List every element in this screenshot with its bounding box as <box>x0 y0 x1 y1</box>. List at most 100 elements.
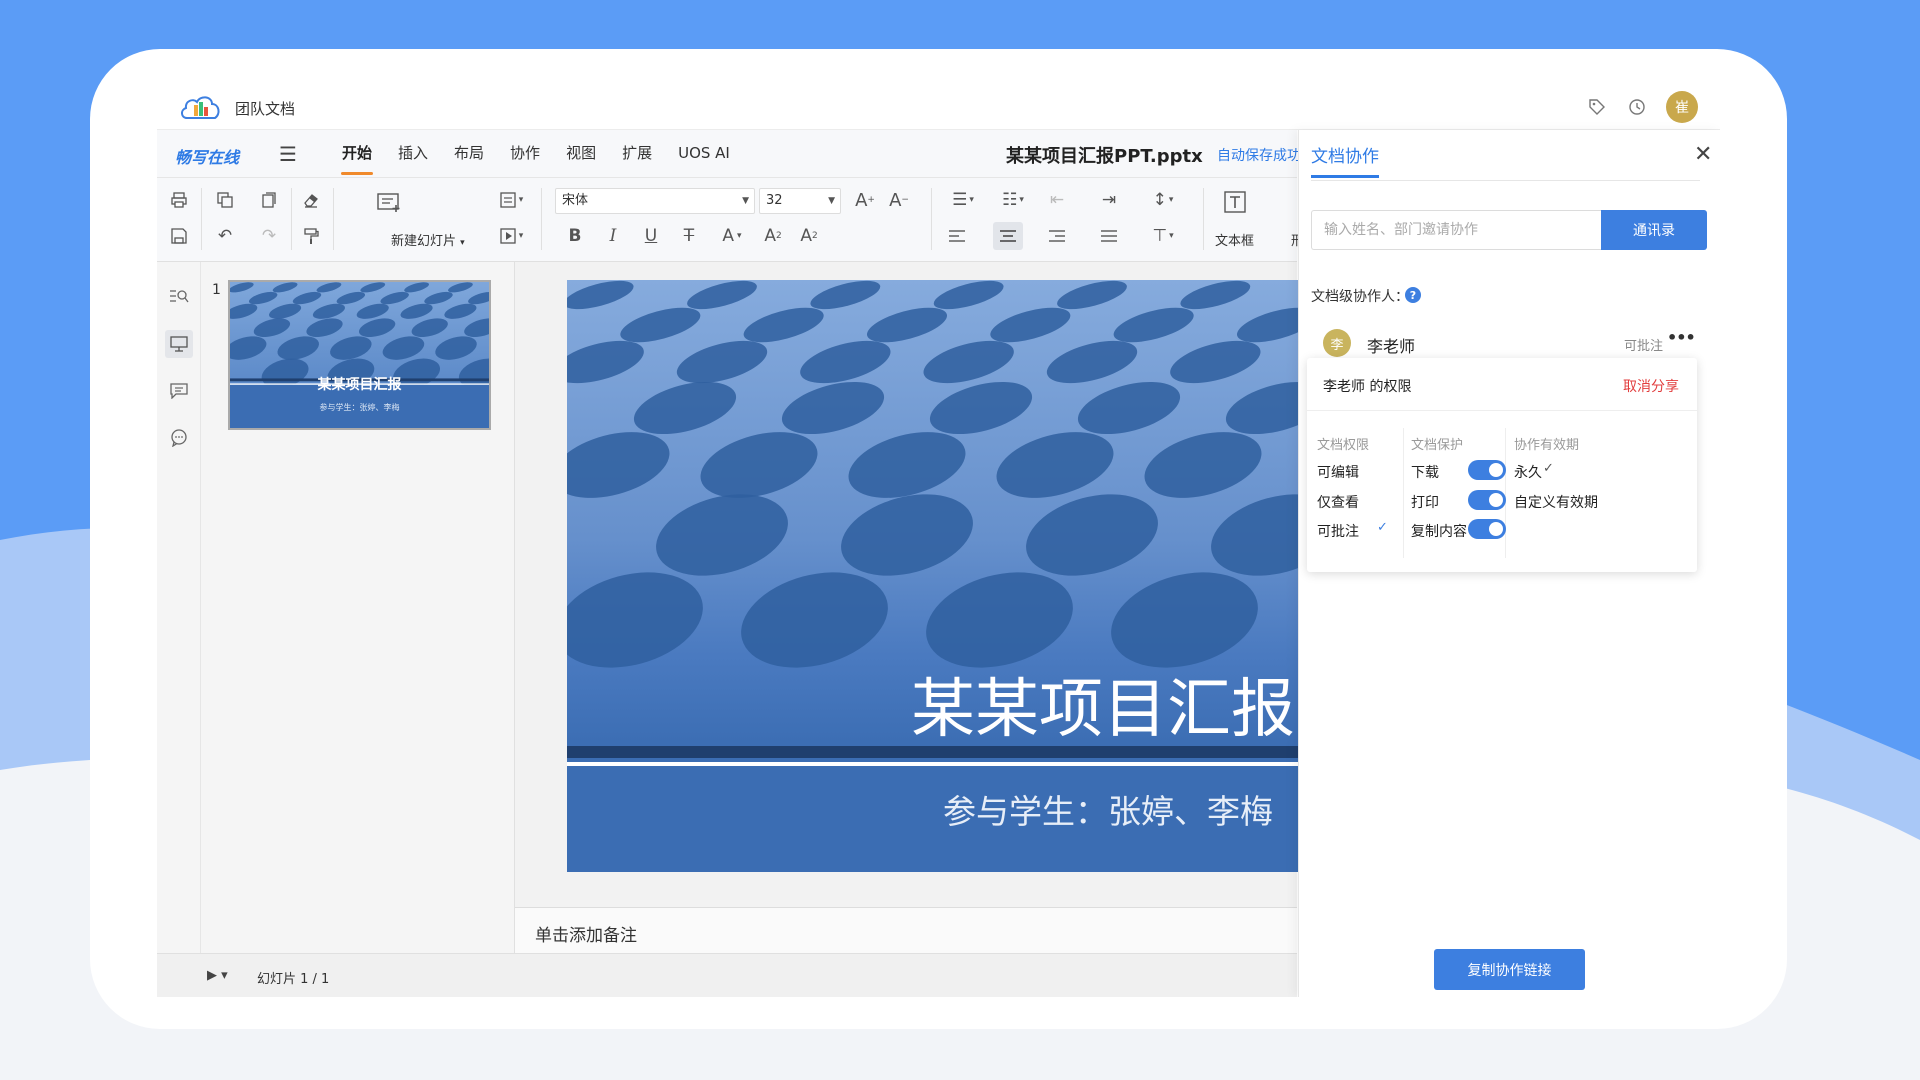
close-icon[interactable]: ✕ <box>1694 142 1712 167</box>
toolbar-separator <box>333 188 334 250</box>
superscript-icon[interactable]: A2 <box>761 224 785 248</box>
justify-icon[interactable] <box>1097 224 1121 248</box>
user-avatar[interactable]: 崔 <box>1666 91 1698 123</box>
print-toggle[interactable] <box>1468 490 1506 510</box>
align-left-icon[interactable] <box>945 224 969 248</box>
layout-dropdown-icon[interactable]: ▾ <box>493 188 529 212</box>
permission-popup: 李老师 的权限 取消分享 文档权限 文档保护 协作有效期 可编辑 仅查看 可批注… <box>1307 358 1697 572</box>
search-replace-icon[interactable] <box>165 282 193 310</box>
slides-panel-icon[interactable] <box>165 330 193 358</box>
app-window: 团队文档 崔 畅写在线 ☰ 开始 插入 布局 协作 视图 扩展 UOS AI 某某项目汇报P… <box>157 84 1720 997</box>
perm-option-edit[interactable]: 可编辑 <box>1317 462 1359 482</box>
doc-protection-header: 文档保护 <box>1411 438 1464 453</box>
new-slide-label: 新建幻灯片 <box>391 234 457 249</box>
align-right-icon[interactable] <box>1045 224 1069 248</box>
textbox-label[interactable]: 文本框 <box>1215 230 1254 249</box>
subscript-icon[interactable]: A2 <box>797 224 821 248</box>
slide-counter: 幻灯片 1 / 1 <box>257 972 330 987</box>
decrease-indent-icon[interactable]: ⇤ <box>1045 188 1069 212</box>
tab-menu-2[interactable]: 布局 <box>441 130 497 178</box>
document-filename[interactable]: 某某项目汇报PPT.pptx <box>1006 142 1203 168</box>
collaborator-permission[interactable]: 可批注 <box>1624 335 1663 354</box>
validity-option-permanent[interactable]: 永久 <box>1514 462 1542 482</box>
brand-logo[interactable]: 畅写在线 <box>175 144 239 168</box>
app-logo-icon <box>181 96 220 119</box>
more-options-icon[interactable]: ••• <box>1667 328 1696 347</box>
font-color-icon[interactable]: A ▾ <box>715 224 749 248</box>
tab-menu-6[interactable]: UOS AI <box>665 130 743 178</box>
notes-area[interactable]: 单击添加备注 <box>515 907 1297 953</box>
tag-icon[interactable] <box>1586 96 1608 118</box>
toolbar-separator <box>1203 188 1204 250</box>
align-center-icon[interactable] <box>993 222 1023 250</box>
app-title: 团队文档 <box>235 100 296 118</box>
copy-content-toggle[interactable] <box>1468 519 1506 539</box>
cancel-share-button[interactable]: 取消分享 <box>1623 376 1679 396</box>
slide-main[interactable]: 某某项目汇报 参与学生：张婷、李梅 <box>567 280 1307 872</box>
perm-option-comment[interactable]: 可批注 <box>1317 521 1359 541</box>
invite-input[interactable] <box>1311 210 1601 250</box>
check-icon: ✓ <box>1543 461 1554 476</box>
collaborators-label: 文档级协作人： <box>1311 289 1409 305</box>
chat-icon[interactable] <box>165 424 193 452</box>
redo-icon[interactable]: ↷ <box>257 224 281 248</box>
contacts-button[interactable]: 通讯录 <box>1601 210 1707 250</box>
notes-placeholder: 单击添加备注 <box>535 926 637 946</box>
increase-indent-icon[interactable]: ⇥ <box>1097 188 1121 212</box>
new-slide-button[interactable]: 新建幻灯片 ▾ <box>391 230 465 249</box>
help-icon[interactable]: ? <box>1405 287 1421 303</box>
undo-icon[interactable]: ↶ <box>213 224 237 248</box>
play-slideshow-icon[interactable]: ▶ ▾ <box>207 968 228 983</box>
copy-icon[interactable] <box>213 188 237 212</box>
new-slide-icon[interactable] <box>353 188 425 216</box>
app-bar: 团队文档 崔 <box>157 84 1720 130</box>
download-toggle[interactable] <box>1468 460 1506 480</box>
collaboration-panel: 文档协作 ✕ 通讯录 文档级协作人： ? 李 李老师 可批注 ••• 李老师 的… <box>1298 130 1720 997</box>
bullet-list-icon[interactable]: ☰ ▾ <box>945 188 981 212</box>
slide-canvas: 某某项目汇报 参与学生：张婷、李梅 <box>515 262 1307 907</box>
italic-icon[interactable]: I <box>601 224 625 248</box>
save-icon[interactable] <box>167 224 191 248</box>
format-painter-icon[interactable] <box>299 224 323 248</box>
hamburger-menu-icon[interactable]: ☰ <box>279 142 297 166</box>
autosave-status: 自动保存成功 <box>1217 148 1301 164</box>
vertical-align-icon[interactable]: ⊤ ▾ <box>1145 224 1181 248</box>
increase-font-icon[interactable]: A + <box>853 188 877 212</box>
comment-icon[interactable] <box>165 377 193 405</box>
toolbar-separator <box>931 188 932 250</box>
divider <box>1505 428 1506 558</box>
line-spacing-icon[interactable]: ↕ ▾ <box>1145 188 1181 212</box>
bold-icon[interactable]: B <box>563 224 587 248</box>
font-name-select[interactable]: 宋体 ▼ <box>555 188 755 214</box>
tab-menu-4[interactable]: 视图 <box>553 130 609 178</box>
tab-menu-5[interactable]: 扩展 <box>609 130 665 178</box>
top-right-icons: 崔 <box>1586 91 1698 123</box>
protect-option-download: 下载 <box>1411 465 1439 481</box>
font-size-select[interactable]: 32 ▼ <box>759 188 841 214</box>
paste-icon[interactable] <box>257 188 281 212</box>
textbox-icon[interactable] <box>1221 188 1249 216</box>
slide-thumbnail[interactable]: 某某项目汇报 参与学生：张婷、李梅 <box>228 280 491 430</box>
chevron-down-icon: ▼ <box>828 196 835 206</box>
validity-header: 协作有效期 <box>1514 438 1580 453</box>
tab-menu-3[interactable]: 协作 <box>497 130 553 178</box>
thumbnail-title: 某某项目汇报 <box>317 377 402 393</box>
check-icon: ✓ <box>1377 520 1388 535</box>
tab-doc-collaboration[interactable]: 文档协作 <box>1311 142 1379 178</box>
numbered-list-icon[interactable]: ☷ ▾ <box>995 188 1031 212</box>
validity-option-custom[interactable]: 自定义有效期 <box>1514 492 1598 512</box>
history-icon[interactable] <box>1626 96 1648 118</box>
copy-link-button[interactable]: 复制协作链接 <box>1434 949 1585 990</box>
tab-menu-0[interactable]: 开始 <box>329 130 385 178</box>
decrease-font-icon[interactable]: A − <box>887 188 911 212</box>
slide-title[interactable]: 某某项目汇报 <box>911 658 1295 750</box>
print-icon[interactable] <box>167 188 191 212</box>
strikethrough-icon[interactable]: T <box>677 224 701 248</box>
underline-icon[interactable]: U <box>639 224 663 248</box>
eraser-icon[interactable] <box>299 188 323 212</box>
tab-menu-1[interactable]: 插入 <box>385 130 441 178</box>
doc-permission-header: 文档权限 <box>1317 438 1370 453</box>
slide-subtitle[interactable]: 参与学生：张婷、李梅 <box>943 785 1273 833</box>
perm-option-view[interactable]: 仅查看 <box>1317 492 1359 512</box>
slideshow-dropdown-icon[interactable]: ▾ <box>493 224 529 248</box>
